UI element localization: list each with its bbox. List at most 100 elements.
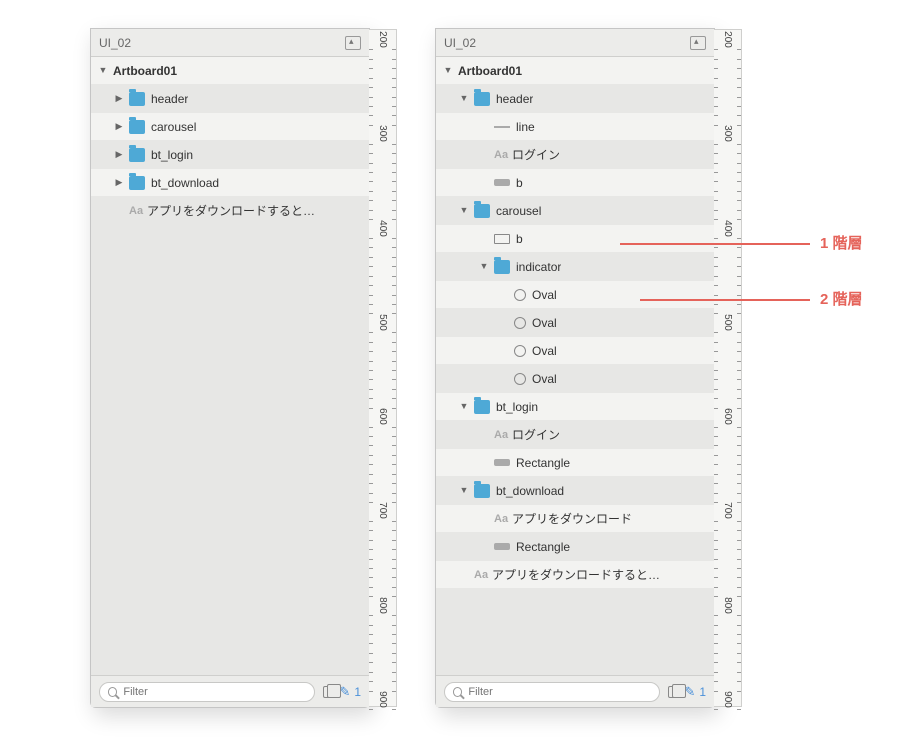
oval-icon	[514, 373, 526, 385]
folder-icon	[494, 260, 510, 274]
layer-row-oval[interactable]: Oval	[436, 309, 714, 337]
chevron-right-icon[interactable]	[113, 149, 125, 160]
chevron-down-icon[interactable]	[97, 65, 109, 76]
chevron-down-icon[interactable]	[458, 401, 470, 412]
footer-icons: 1	[323, 684, 361, 700]
layer-row-shape[interactable]: b	[436, 169, 714, 197]
filter-search-box[interactable]	[99, 682, 315, 702]
annotation-line-1	[620, 243, 810, 245]
layer-row-oval[interactable]: Oval	[436, 337, 714, 365]
page-title: UI_02	[99, 36, 345, 50]
layer-row-bt-login[interactable]: bt_login	[91, 141, 369, 169]
oval-icon	[514, 317, 526, 329]
folder-icon	[474, 400, 490, 414]
artboard-row[interactable]: Artboard01	[436, 57, 714, 85]
chevron-right-icon[interactable]	[113, 121, 125, 132]
panel-footer: 1	[436, 675, 714, 707]
layer-row-oval[interactable]: Oval	[436, 281, 714, 309]
layer-label: bt_download	[496, 484, 564, 498]
layer-row-text[interactable]: Aa アプリをダウンロードすると…	[436, 561, 714, 589]
layer-row-oval[interactable]: Oval	[436, 365, 714, 393]
footer-count: 1	[699, 685, 706, 699]
layer-list: Artboard01 header carousel bt_login bt_d…	[91, 57, 369, 675]
duplicate-icon[interactable]	[668, 686, 680, 698]
layer-row-header[interactable]: header	[436, 85, 714, 113]
rect-icon	[494, 459, 510, 466]
folder-icon	[474, 92, 490, 106]
layer-label: ログイン	[512, 426, 560, 443]
layer-row-text[interactable]: Aa アプリをダウンロードすると…	[91, 197, 369, 225]
layer-row-carousel[interactable]: carousel	[91, 113, 369, 141]
pages-dropdown-icon[interactable]	[690, 36, 706, 50]
layer-label: Oval	[532, 344, 557, 358]
rect-outline-icon	[494, 234, 510, 244]
chevron-down-icon[interactable]	[458, 205, 470, 216]
annotation-level-1: 1 階層	[820, 232, 863, 253]
layer-row-text[interactable]: Aa ログイン	[436, 421, 714, 449]
chevron-down-icon[interactable]	[442, 65, 454, 76]
duplicate-icon[interactable]	[323, 686, 335, 698]
vertical-ruler: 200300400500600700800900	[714, 29, 742, 707]
layer-row-bt-download[interactable]: bt_download	[436, 477, 714, 505]
layer-row-line[interactable]: line	[436, 113, 714, 141]
layer-label: indicator	[516, 260, 561, 274]
artboard-label: Artboard01	[458, 64, 522, 78]
footer-icons: 1	[668, 684, 706, 700]
layer-row-bt-login[interactable]: bt_login	[436, 393, 714, 421]
layer-label: アプリをダウンロードすると…	[147, 202, 315, 219]
layer-list: Artboard01 header line Aa ログイン b carous	[436, 57, 714, 675]
rect-icon	[494, 543, 510, 550]
layer-row-shape[interactable]: b	[436, 225, 714, 253]
chevron-right-icon[interactable]	[113, 177, 125, 188]
vertical-ruler: 200300400500600700800900	[369, 29, 397, 707]
layer-label: bt_login	[496, 400, 538, 414]
filter-input[interactable]	[123, 686, 306, 698]
layer-label: carousel	[151, 120, 196, 134]
pages-dropdown-icon[interactable]	[345, 36, 361, 50]
filter-search-box[interactable]	[444, 682, 660, 702]
page-header[interactable]: UI_02	[436, 29, 714, 57]
layer-label: bt_download	[151, 176, 219, 190]
layer-label: ログイン	[512, 146, 560, 163]
annotation-line-2	[640, 299, 810, 301]
rect-icon	[494, 179, 510, 186]
chevron-down-icon[interactable]	[458, 93, 470, 104]
annotation-level-2: 2 階層	[820, 288, 863, 309]
layer-row-text[interactable]: Aa ログイン	[436, 141, 714, 169]
layer-label: header	[151, 92, 188, 106]
folder-icon	[129, 92, 145, 106]
folder-icon	[129, 148, 145, 162]
brush-icon[interactable]	[339, 684, 350, 700]
layer-label: Oval	[532, 316, 557, 330]
layer-row-text[interactable]: Aa アプリをダウンロード	[436, 505, 714, 533]
page-header[interactable]: UI_02	[91, 29, 369, 57]
oval-icon	[514, 345, 526, 357]
layer-label: b	[516, 232, 523, 246]
layer-row-header[interactable]: header	[91, 85, 369, 113]
layer-label: bt_login	[151, 148, 193, 162]
chevron-down-icon[interactable]	[478, 261, 490, 272]
search-icon	[453, 687, 462, 697]
layer-label: b	[516, 176, 523, 190]
artboard-label: Artboard01	[113, 64, 177, 78]
layer-label: Rectangle	[516, 540, 570, 554]
search-icon	[108, 687, 117, 697]
layer-row-shape[interactable]: Rectangle	[436, 533, 714, 561]
brush-icon[interactable]	[684, 684, 695, 700]
layer-label: アプリをダウンロード	[512, 510, 632, 527]
layer-label: アプリをダウンロードすると…	[492, 566, 660, 583]
chevron-right-icon[interactable]	[113, 93, 125, 104]
artboard-row[interactable]: Artboard01	[91, 57, 369, 85]
line-icon	[494, 126, 510, 128]
layer-row-bt-download[interactable]: bt_download	[91, 169, 369, 197]
text-icon: Aa	[494, 149, 512, 161]
layer-row-indicator[interactable]: indicator	[436, 253, 714, 281]
chevron-down-icon[interactable]	[458, 485, 470, 496]
layer-row-shape[interactable]: Rectangle	[436, 449, 714, 477]
layer-row-carousel[interactable]: carousel	[436, 197, 714, 225]
text-icon: Aa	[494, 513, 512, 525]
folder-icon	[129, 176, 145, 190]
layer-panel-collapsed: 200300400500600700800900 UI_02 Artboard0…	[90, 28, 370, 708]
layer-label: line	[516, 120, 535, 134]
filter-input[interactable]	[468, 686, 651, 698]
